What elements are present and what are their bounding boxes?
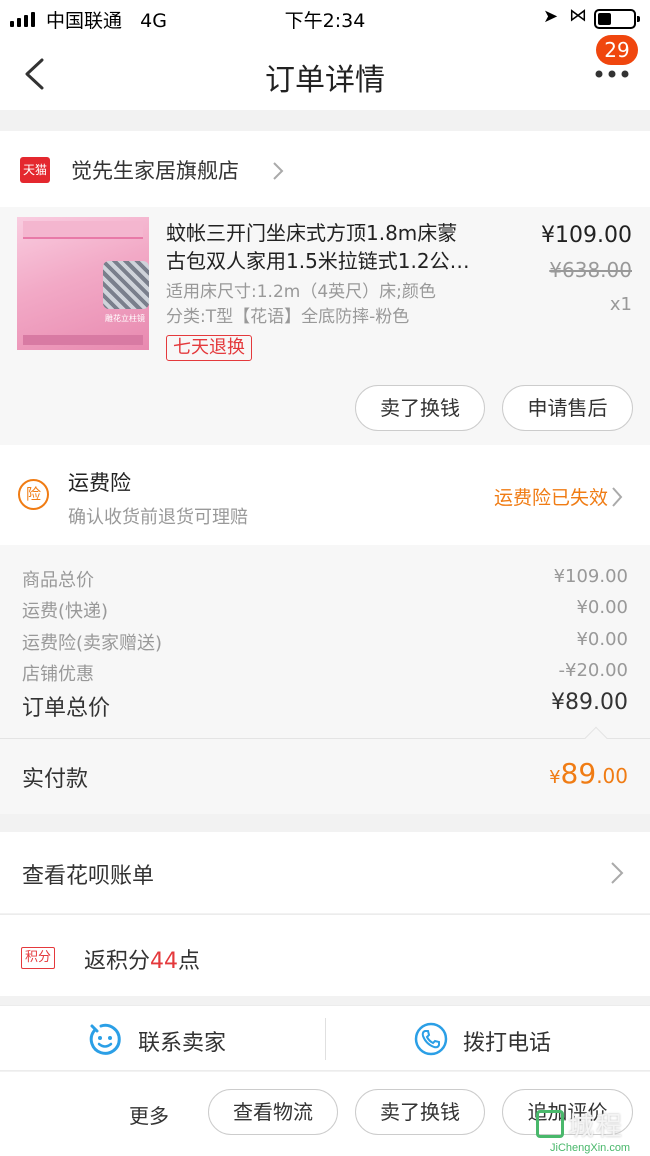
location-icon: ➤ [543,6,559,27]
points-row: 积分 返积分44点 [0,914,650,996]
points-text: 返积分44点 [84,949,201,974]
huabei-bill-row[interactable]: 查看花呗账单 [0,832,650,913]
status-bar: 中国联通 4G 下午2:34 ➤ ⋈ [0,0,650,38]
product-title[interactable]: 蚊帐三开门坐床式方顶1.8m床蒙 古包双人家用1.5米拉链式1.2公… [166,219,506,275]
chevron-right-icon [273,162,284,180]
product-quantity: x1 [609,294,632,315]
view-logistics-button[interactable]: 查看物流 [208,1089,338,1135]
points-tag: 积分 [21,947,56,969]
phone-icon [414,1022,448,1056]
page-title: 订单详情 [265,63,385,98]
summary-row-goods: 商品总价 ¥109.00 [22,566,628,591]
product-image-caption: 雕花立柱镜 [105,314,145,323]
more-button[interactable]: 更多 [129,1100,169,1129]
product-spec: 适用床尺寸:1.2m（4英尺）床;颜色 分类:T型【花语】全底防摔-粉色 [166,282,436,327]
chevron-right-icon [612,487,623,507]
actual-payment-amount: ¥89.00 [549,757,628,790]
points-count: 44 [150,949,179,974]
insurance-title: 运费险 [68,471,131,495]
message-count-badge[interactable]: 29 [596,35,638,65]
shipping-insurance-row[interactable]: 险 运费险 确认收货前退货可理赔 运费险已失效 [0,445,650,545]
huabei-bill-label: 查看花呗账单 [22,864,155,889]
contact-bar: 联系卖家 拨打电话 [0,1005,650,1071]
battery-icon [594,9,640,29]
tmall-icon: 天猫 [20,157,50,183]
order-item[interactable]: 雕花立柱镜 蚊帐三开门坐床式方顶1.8m床蒙 古包双人家用1.5米拉链式1.2公… [0,207,650,445]
summary-row-shipping: 运费(快递) ¥0.00 [22,597,628,622]
sell-button-bottom[interactable]: 卖了换钱 [355,1089,485,1135]
contact-seller-button[interactable]: 联系卖家 [0,1006,325,1072]
return-policy-tag: 七天退换 [166,335,252,361]
insurance-status[interactable]: 运费险已失效 [494,483,608,510]
nav-bar: 订单详情 29 [0,35,650,110]
price-summary: 商品总价 ¥109.00 运费(快递) ¥0.00 运费险(卖家赠送) ¥0.00 店… [0,545,650,738]
shop-row[interactable]: 天猫 觉先生家居旗舰店 [0,131,650,207]
summary-row-insurance: 运费险(卖家赠送) ¥0.00 [22,629,628,654]
product-price: ¥109.00 [541,223,632,248]
product-image[interactable]: 雕花立柱镜 [17,217,149,350]
actual-payment-label: 实付款 [22,767,89,792]
site-watermark: 城程 JiChengXin.com [536,1106,650,1156]
insurance-icon: 险 [18,479,49,510]
sell-button[interactable]: 卖了换钱 [355,385,485,431]
summary-row-total: 订单总价 ¥89.00 [22,690,628,721]
summary-row-discount: 店铺优惠 -¥20.00 [22,660,628,685]
shop-name[interactable]: 觉先生家居旗舰店 [71,155,239,185]
insurance-description: 确认收货前退货可理赔 [68,507,248,528]
call-phone-button[interactable]: 拨打电话 [326,1006,650,1072]
chevron-right-icon [611,862,624,884]
more-icon[interactable] [594,68,630,80]
chat-face-icon [89,1023,121,1055]
after-sale-button[interactable]: 申请售后 [502,385,633,431]
bluetooth-icon: ⋈ [569,5,587,26]
product-original-price: ¥638.00 [549,258,632,282]
actual-payment-row: 实付款 ¥89.00 [0,726,650,814]
